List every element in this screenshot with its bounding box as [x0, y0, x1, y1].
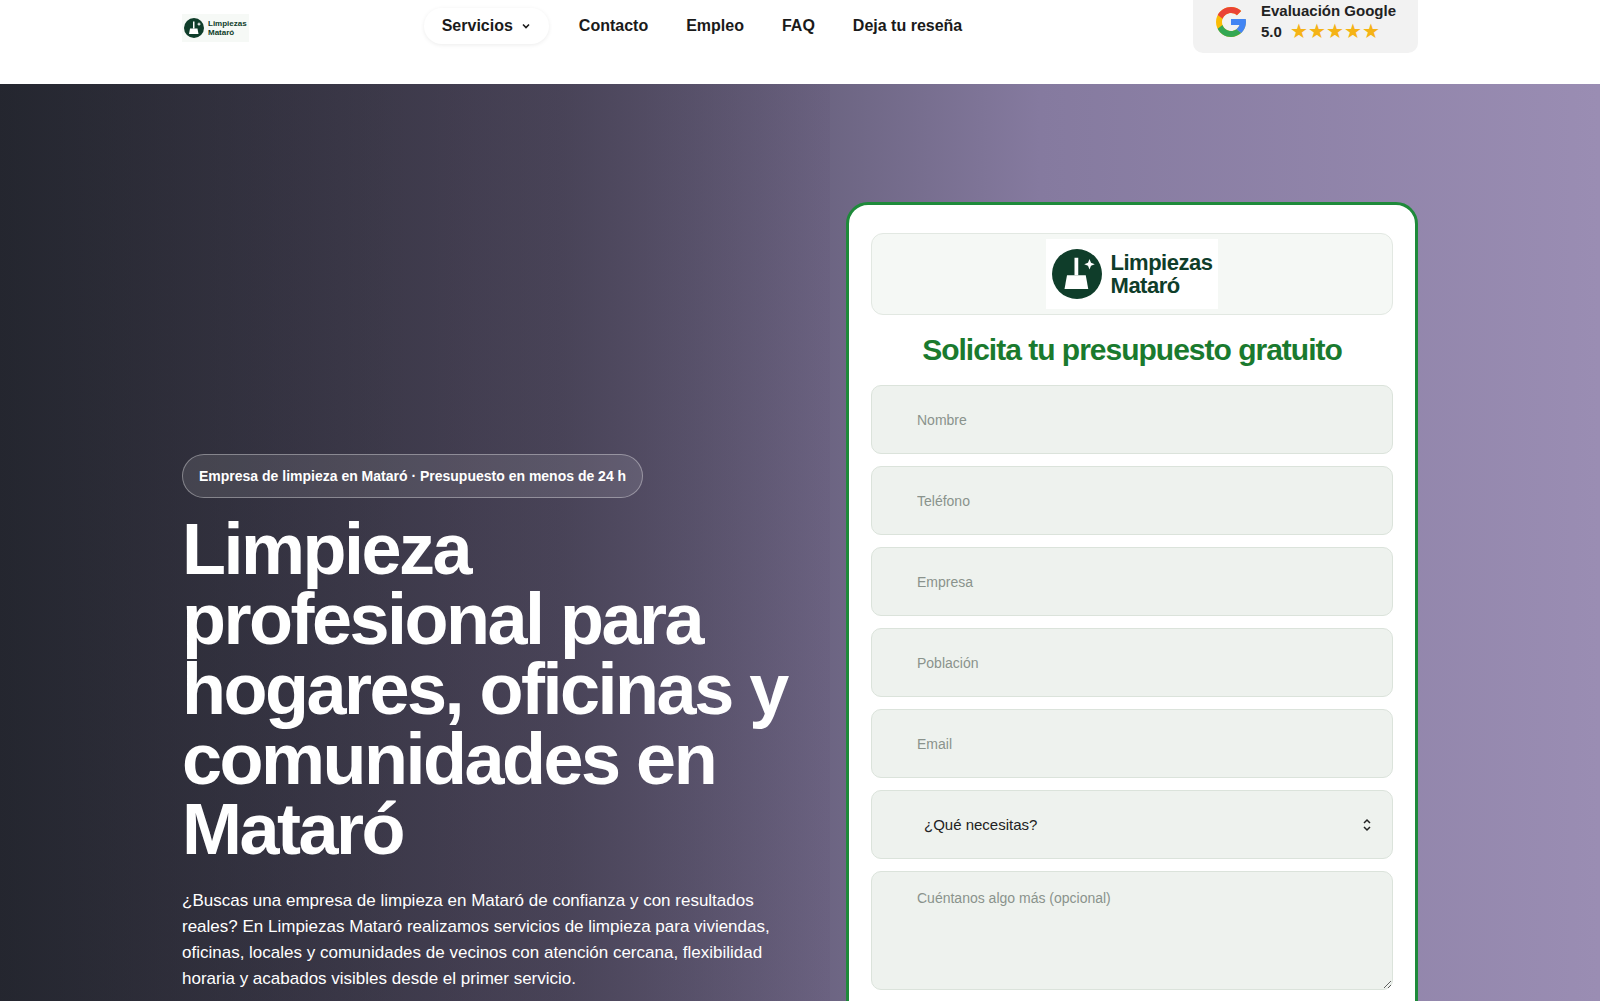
chevron-down-icon	[521, 21, 531, 31]
google-icon	[1213, 4, 1249, 40]
main-nav: Servicios Contacto Empleo FAQ Deja tu reseña	[424, 8, 971, 44]
form-field[interactable]	[871, 466, 1393, 535]
google-rating[interactable]: Evaluación Google5.0★★★★★	[1193, 0, 1418, 53]
star-icon: ★	[1290, 21, 1308, 41]
select-arrows-icon	[1362, 818, 1372, 832]
form-field[interactable]	[871, 547, 1393, 616]
nav-item[interactable]: Deja tu reseña	[845, 8, 970, 44]
star-icon: ★	[1362, 21, 1380, 41]
page: LimpiezasMataró Servicios Contacto Empleo FA…	[0, 0, 1600, 1001]
form-title: Solicita tu presupuesto gratuito	[871, 333, 1393, 367]
nav-item[interactable]: Contacto	[571, 8, 656, 44]
message-field[interactable]	[871, 871, 1393, 990]
form-field[interactable]	[871, 628, 1393, 697]
quote-form: LimpiezasMataró Solicita tu presupuesto g…	[846, 202, 1418, 1001]
header: LimpiezasMataró Servicios Contacto Empleo FA…	[0, 0, 1600, 84]
form-field[interactable]	[871, 709, 1393, 778]
nav-item[interactable]: FAQ	[774, 8, 823, 44]
star-icon: ★	[1308, 21, 1326, 41]
service-select[interactable]: ¿Qué necesitas?	[871, 790, 1393, 859]
star-icon: ★	[1344, 21, 1362, 41]
broom-icon	[1052, 249, 1102, 299]
hero: Empresa de limpieza en Mataró · Presupue…	[0, 84, 1600, 1001]
hero-badge: Empresa de limpieza en Mataró · Presupue…	[182, 454, 643, 498]
hero-title: Limpieza profesional para hogares, ofici…	[182, 514, 842, 864]
star-icon: ★	[1326, 21, 1344, 41]
star-rating: ★★★★★	[1290, 21, 1380, 41]
logo[interactable]: LimpiezasMataró	[182, 14, 249, 42]
hero-text: ¿Buscas una empresa de limpieza en Matar…	[182, 888, 807, 992]
form-field[interactable]	[871, 385, 1393, 454]
form-logo: LimpiezasMataró	[871, 233, 1393, 315]
broom-icon	[184, 18, 204, 38]
nav-item[interactable]: Servicios	[424, 8, 549, 44]
nav-item[interactable]: Empleo	[678, 8, 752, 44]
